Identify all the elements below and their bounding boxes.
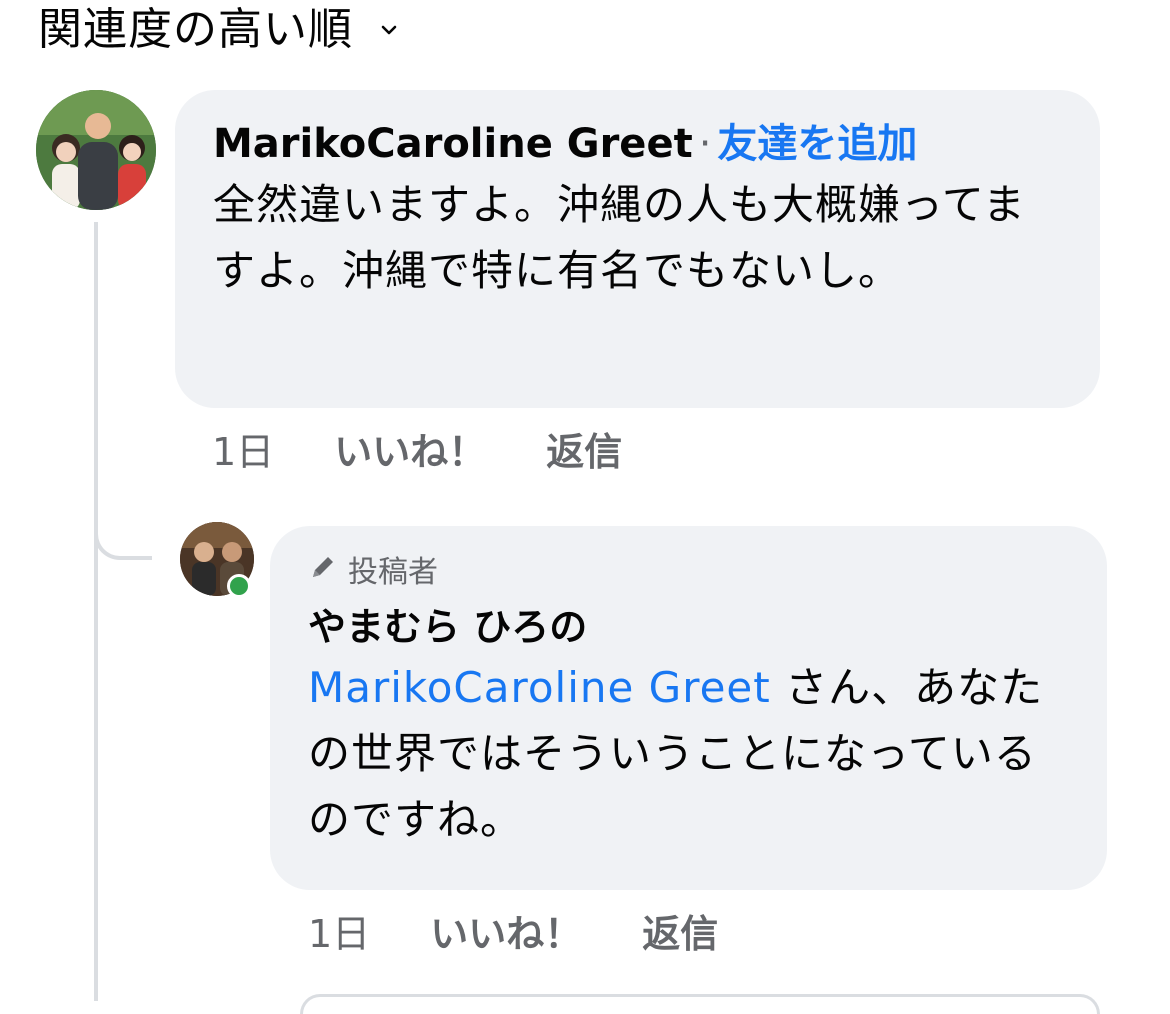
sort-dropdown[interactable]: 関連度の高い順 bbox=[38, 0, 399, 60]
pencil-icon bbox=[308, 552, 338, 593]
chevron-down-icon[interactable] bbox=[379, 20, 399, 40]
thread-line bbox=[94, 222, 98, 1001]
reply-like-button[interactable]: いいね！ bbox=[430, 910, 582, 958]
thread-connector bbox=[94, 500, 152, 560]
reply-author[interactable]: やまむら ひろの bbox=[308, 599, 1071, 655]
reply-text: MarikoCaroline Greet さん、あなたの世界ではそういうことにな… bbox=[308, 655, 1071, 853]
comment-actions: 1日 いいね！ 返信 bbox=[212, 428, 622, 476]
sort-label[interactable]: 関連度の高い順 bbox=[38, 2, 353, 58]
add-friend-link[interactable]: 友達を追加 bbox=[717, 121, 917, 167]
reply-actions: 1日 いいね！ 返信 bbox=[308, 910, 718, 958]
comment-bubble: MarikoCaroline Greet · 友達を追加 全然違いますよ。沖縄の人も… bbox=[175, 90, 1100, 408]
reply-reply-button[interactable]: 返信 bbox=[642, 910, 718, 958]
avatar[interactable] bbox=[36, 90, 156, 210]
comment-header: MarikoCaroline Greet · 友達を追加 bbox=[213, 116, 1064, 172]
online-status-indicator bbox=[227, 574, 251, 598]
reply-bubble: 投稿者 やまむら ひろの MarikoCaroline Greet さん、あなた… bbox=[270, 526, 1107, 890]
comment-text: 全然違いますよ。沖縄の人も大概嫌ってますよ。沖縄で特に有名でもないし。 bbox=[213, 180, 1026, 295]
reply-timestamp[interactable]: 1日 bbox=[308, 910, 370, 958]
comment-timestamp[interactable]: 1日 bbox=[212, 428, 274, 476]
like-button[interactable]: いいね！ bbox=[334, 428, 486, 476]
separator-dot: · bbox=[698, 121, 712, 167]
reply-button[interactable]: 返信 bbox=[546, 428, 622, 476]
mention-link[interactable]: MarikoCaroline Greet bbox=[308, 663, 771, 712]
next-comment-bubble bbox=[300, 994, 1100, 1014]
author-badge-label: 投稿者 bbox=[348, 554, 438, 590]
comment-author[interactable]: MarikoCaroline Greet bbox=[213, 121, 693, 167]
author-badge: 投稿者 bbox=[308, 552, 1071, 593]
